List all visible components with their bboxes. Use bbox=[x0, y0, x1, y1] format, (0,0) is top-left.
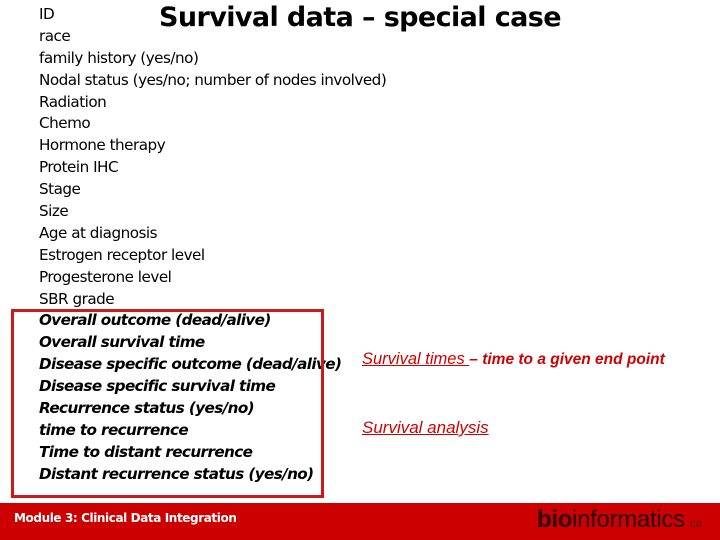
variable-item: race bbox=[39, 26, 71, 45]
variable-item: Progesterone level bbox=[39, 267, 172, 286]
survival-analysis-label: Survival analysis bbox=[362, 418, 489, 437]
bioinformatics-logo: bioinformatics .ca bbox=[537, 506, 702, 534]
variable-item: Hormone therapy bbox=[39, 136, 166, 155]
outcome-highlight-box bbox=[11, 309, 324, 498]
logo-informatics: informatics bbox=[572, 506, 685, 533]
variable-item: SBR grade bbox=[39, 289, 115, 308]
footer-bar: Module 3: Clinical Data Integration bioi… bbox=[0, 503, 720, 540]
variable-item: Estrogen receptor level bbox=[39, 245, 205, 264]
variable-item: Age at diagnosis bbox=[39, 223, 158, 242]
variable-item: Nodal status (yes/no; number of nodes in… bbox=[39, 70, 387, 89]
survival-times-term: Survival times bbox=[362, 350, 470, 368]
survival-times-definition: – time to a given end point bbox=[469, 351, 665, 368]
variable-item: Chemo bbox=[39, 114, 91, 133]
logo-bio: bio bbox=[537, 506, 573, 533]
variable-item: Size bbox=[39, 202, 69, 221]
variable-item: Stage bbox=[39, 180, 81, 199]
survival-times-note: Survival times – time to a given end poi… bbox=[362, 348, 682, 371]
variable-item: Protein IHC bbox=[39, 158, 119, 177]
logo-tld: .ca bbox=[686, 516, 702, 530]
footer-module-label: Module 3: Clinical Data Integration bbox=[14, 511, 237, 525]
variable-item: Radiation bbox=[39, 92, 107, 111]
variable-item: ID bbox=[39, 5, 55, 23]
variable-item: family history (yes/no) bbox=[39, 48, 199, 67]
